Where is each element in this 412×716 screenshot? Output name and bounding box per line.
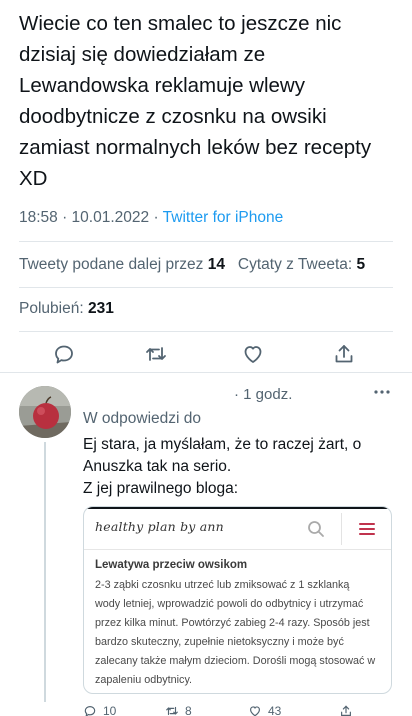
tweet-source-link[interactable]: Twitter for iPhone — [163, 209, 284, 226]
reply-icon — [84, 706, 96, 716]
retweet-count: 8 — [185, 704, 192, 716]
divider — [0, 372, 412, 373]
reply-time[interactable]: · 1 godz. — [234, 386, 292, 403]
reply-count: 10 — [103, 704, 117, 716]
like-button[interactable] — [241, 342, 265, 366]
blog-search-button — [305, 518, 327, 540]
likes-count: 231 — [87, 300, 114, 317]
reply-share-button[interactable] — [339, 704, 359, 716]
tweet-time: 18:58 · 10.01.2022 · — [19, 209, 163, 226]
divider — [19, 241, 393, 242]
tweet-action-bar — [0, 340, 412, 368]
quotes-count: 5 — [356, 256, 366, 273]
retweet-icon — [166, 706, 178, 716]
share-icon — [335, 345, 353, 363]
thread-line — [44, 442, 46, 702]
like-count: 43 — [268, 704, 282, 716]
avatar-image — [19, 386, 71, 438]
blog-post-body: 2-3 ząbki czosnku utrzeć lub zmiksować z… — [95, 579, 376, 686]
reply-tweet[interactable]: · 1 godz. W odpowiedzi do Ej stara, ja m… — [0, 374, 412, 716]
avatar[interactable] — [19, 386, 71, 438]
likes-stat[interactable]: Polubień: 231 — [19, 300, 114, 318]
blog-menu-button — [356, 518, 378, 540]
reply-like-button[interactable]: 43 — [248, 704, 281, 716]
tweet-stats: Tweety podane dalej przez 14 Cytaty z Tw… — [19, 256, 365, 274]
divider — [19, 331, 393, 332]
attached-image-card[interactable]: healthy plan by ann Lewatywa przeciw ows… — [83, 506, 392, 694]
retweet-icon — [146, 347, 166, 361]
more-icon — [374, 390, 390, 394]
reply-icon — [55, 345, 73, 364]
reply-text: Ej stara, ja myślałam, że to raczej żart… — [83, 436, 362, 497]
like-icon — [244, 346, 262, 363]
tweet-text: Wiecie co ten smalec to jeszcze nic dzis… — [19, 12, 372, 190]
reply-reply-button[interactable]: 10 — [83, 704, 116, 716]
reply-retweet-button[interactable]: 8 — [165, 704, 192, 716]
hamburger-menu-icon — [359, 523, 375, 535]
tweet-metadata: 18:58 · 10.01.2022 · Twitter for iPhone — [19, 209, 283, 227]
share-icon — [341, 705, 351, 716]
share-button[interactable] — [332, 342, 356, 366]
retweets-count: 14 — [207, 256, 225, 273]
header-divider — [341, 513, 342, 545]
in-reply-to: W odpowiedzi do — [83, 410, 202, 427]
blog-post-title: Lewatywa przeciw owsikom — [95, 559, 248, 571]
more-options-button[interactable] — [372, 384, 392, 400]
retweet-button[interactable] — [144, 342, 168, 366]
reply-button[interactable] — [52, 342, 76, 366]
retweets-stat[interactable]: Tweety podane dalej przez 14 — [19, 256, 225, 273]
like-icon — [250, 706, 260, 716]
blog-header: healthy plan by ann — [84, 509, 391, 550]
search-icon — [308, 521, 324, 537]
blog-logo: healthy plan by ann — [95, 519, 224, 534]
quotes-stat[interactable]: Cytaty z Tweeta: 5 — [238, 256, 365, 273]
divider — [19, 287, 393, 288]
